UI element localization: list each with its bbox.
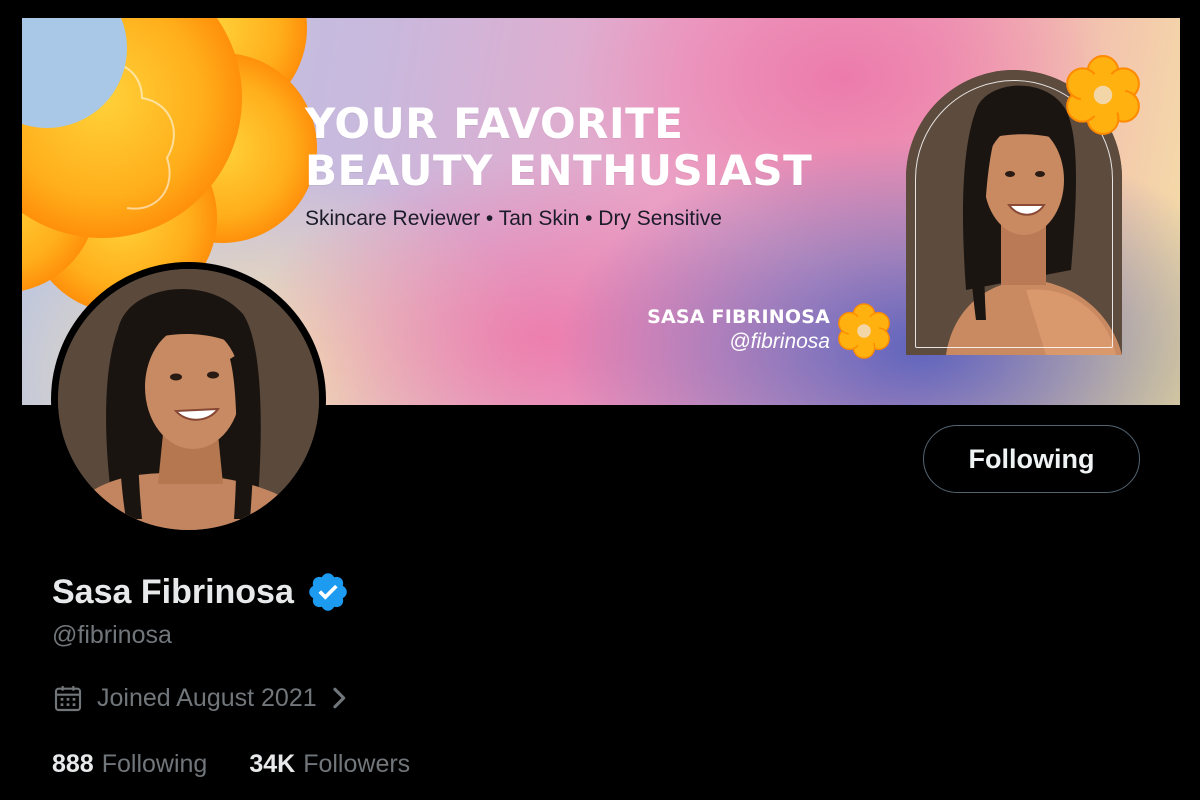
joined-date-text: Joined August 2021 bbox=[97, 683, 317, 712]
following-button[interactable]: Following bbox=[923, 425, 1140, 493]
banner-subtitle: Skincare Reviewer • Tan Skin • Dry Sensi… bbox=[305, 207, 722, 230]
joined-date-row[interactable]: Joined August 2021 bbox=[52, 682, 353, 714]
followers-count: 34K bbox=[249, 750, 296, 778]
profile-handle: @fibrinosa bbox=[52, 621, 172, 649]
calendar-icon bbox=[54, 686, 82, 712]
small-flower-icon bbox=[838, 303, 890, 359]
following-stat-link[interactable]: 888 Following bbox=[52, 750, 207, 779]
banner-name: SASA FIBRINOSA bbox=[647, 306, 830, 328]
banner-headline-line2: BEAUTY ENTHUSIAST bbox=[305, 146, 813, 195]
followers-label: Followers bbox=[303, 750, 411, 778]
avatar-photo bbox=[58, 269, 319, 530]
followers-stat-link[interactable]: 34K Followers bbox=[249, 750, 410, 779]
display-name: Sasa Fibrinosa bbox=[52, 572, 294, 611]
top-flower-icon bbox=[1066, 55, 1140, 135]
follow-stats: 888 Following 34K Followers bbox=[52, 750, 452, 779]
profile-avatar[interactable] bbox=[51, 262, 326, 537]
banner-handle: @fibrinosa bbox=[729, 330, 830, 353]
following-label: Following bbox=[101, 750, 208, 778]
following-count: 888 bbox=[52, 750, 94, 778]
banner-headline: YOUR FAVORITE BEAUTY ENTHUSIAST bbox=[305, 100, 812, 194]
chevron-right-icon bbox=[333, 687, 345, 709]
verified-badge-icon[interactable] bbox=[306, 570, 350, 614]
profile-page: YOUR FAVORITE BEAUTY ENTHUSIAST Skincare… bbox=[0, 0, 1200, 800]
display-name-row: Sasa Fibrinosa bbox=[52, 570, 350, 614]
banner-headline-line1: YOUR FAVORITE bbox=[305, 99, 684, 148]
